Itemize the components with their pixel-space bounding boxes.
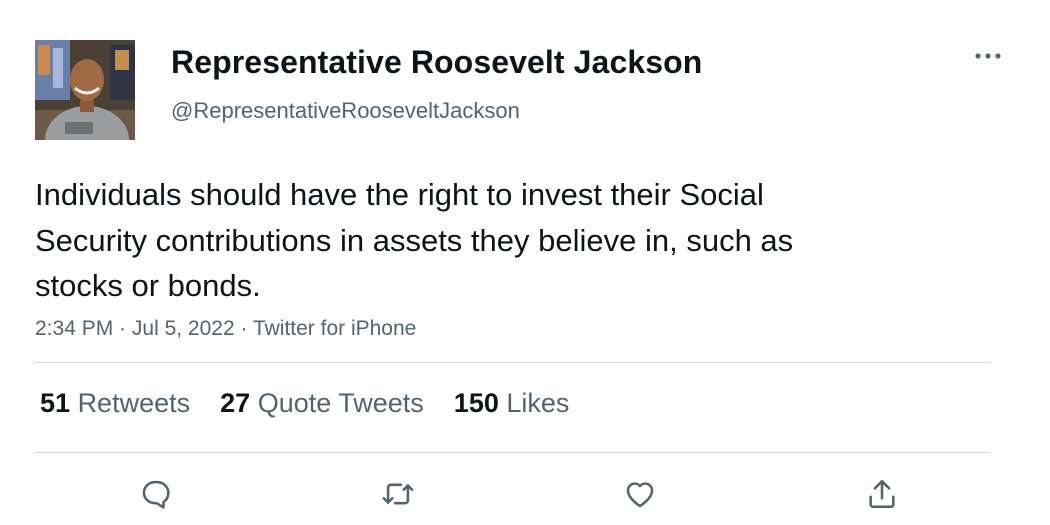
tweet-date[interactable]: Jul 5, 2022 (132, 317, 235, 340)
heart-icon (626, 482, 654, 508)
tweet-text: Individuals should have the right to inv… (35, 177, 794, 303)
display-name[interactable]: Representative Roosevelt Jackson (171, 44, 702, 81)
tweet-source[interactable]: Twitter for iPhone (253, 317, 416, 340)
tweet-time[interactable]: 2:34 PM (35, 317, 113, 340)
reply-button[interactable] (136, 474, 176, 514)
divider (35, 362, 990, 363)
retweets-count: 51 (40, 388, 71, 418)
avatar[interactable] (35, 40, 135, 140)
likes-count: 150 (453, 388, 499, 418)
retweets-label: Retweets (77, 388, 191, 418)
likes-stat[interactable]: 150 Likes (454, 388, 570, 419)
like-button[interactable] (620, 474, 660, 514)
divider (35, 452, 990, 453)
quote-tweets-label: Quote Tweets (257, 388, 424, 418)
meta-separator: · (113, 317, 132, 340)
tweet-stats: 51 Retweets 27 Quote Tweets 150 Likes (40, 388, 599, 419)
retweets-stat[interactable]: 51 Retweets (40, 388, 190, 419)
user-handle[interactable]: @RepresentativeRooseveltJackson (171, 98, 520, 124)
retweet-button[interactable] (378, 474, 418, 514)
more-options-button[interactable] (970, 44, 1006, 68)
meta-separator: · (234, 317, 253, 340)
share-button[interactable] (862, 474, 902, 514)
reply-icon (142, 480, 170, 509)
share-icon (869, 479, 895, 509)
quote-tweets-count: 27 (220, 388, 251, 418)
likes-label: Likes (506, 388, 570, 418)
tweet-meta: 2:34 PM · Jul 5, 2022 · Twitter for iPho… (35, 317, 416, 341)
retweet-icon (382, 483, 414, 505)
more-horizontal-icon (975, 53, 1001, 59)
quote-tweets-stat[interactable]: 27 Quote Tweets (220, 388, 424, 419)
